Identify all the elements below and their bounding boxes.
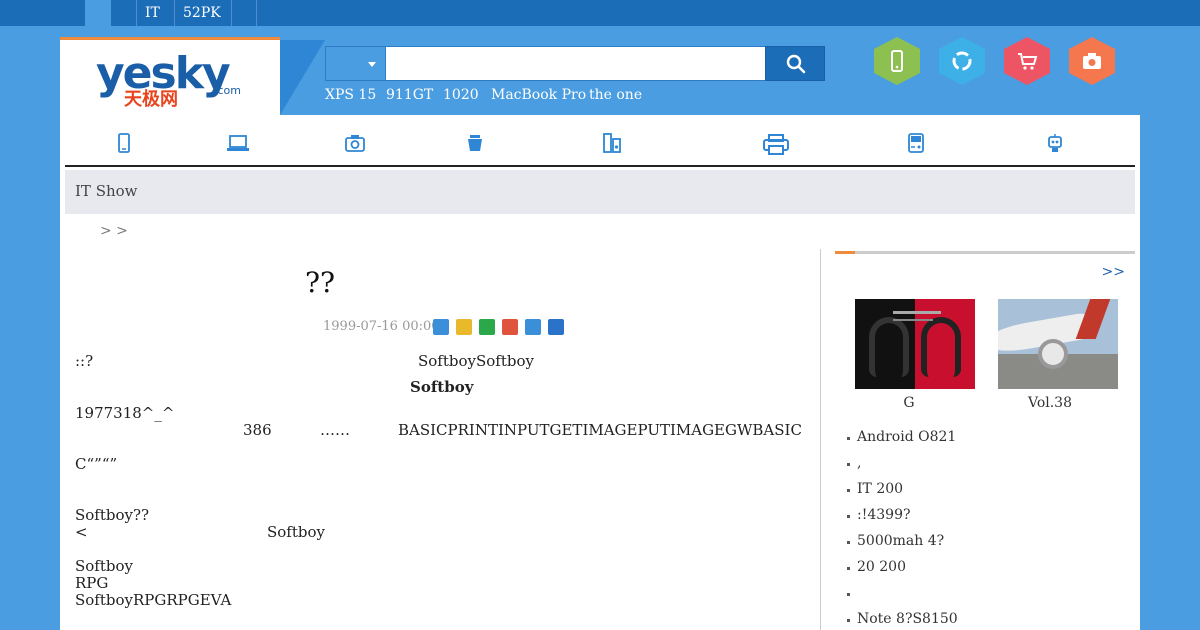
list-item[interactable]: IT 200: [847, 481, 903, 497]
list-item[interactable]: 20 200: [847, 559, 906, 575]
refresh-icon: [952, 51, 972, 71]
phone-icon: [891, 50, 903, 72]
topbar-item-blank[interactable]: [231, 0, 257, 26]
thumbnail-caption[interactable]: G: [849, 395, 969, 411]
more-link[interactable]: >>: [1102, 264, 1125, 280]
body-text: SoftboySoftboy: [418, 352, 534, 370]
list-item[interactable]: Android O821: [847, 429, 956, 445]
list-item[interactable]: 5000mah 4?: [847, 533, 944, 549]
logo-chinese: 天极网: [124, 89, 178, 110]
mobile-icon[interactable]: [116, 133, 132, 153]
section-title[interactable]: IT Show: [75, 182, 138, 200]
list-item[interactable]: ,: [847, 455, 861, 471]
body-text: 1977318^_^: [75, 404, 175, 422]
appliance-icon[interactable]: [465, 133, 485, 153]
list-item-text: ,: [857, 455, 862, 471]
column-divider: [820, 249, 821, 630]
body-text: 386: [243, 421, 272, 439]
body-text: ::?: [75, 352, 94, 370]
list-item-text: :!4399?: [857, 507, 911, 523]
hotword-link[interactable]: XPS 15: [325, 87, 376, 103]
section-title-bar: IT Show: [65, 170, 1135, 214]
laptop-icon[interactable]: [226, 133, 250, 153]
camera-channel-button[interactable]: [1069, 37, 1115, 85]
refresh-channel-button[interactable]: [939, 37, 985, 85]
audio-icon[interactable]: [603, 133, 621, 153]
body-text: Softboy: [75, 557, 133, 575]
category-nav: [65, 115, 1135, 167]
robot-icon[interactable]: [1045, 133, 1065, 153]
search-icon: [786, 54, 806, 74]
phone-channel-button[interactable]: [874, 37, 920, 85]
wechat-icon[interactable]: [479, 319, 495, 335]
thumbnail-headphones[interactable]: [855, 299, 975, 389]
camera-icon[interactable]: [344, 133, 366, 153]
body-text: C“”“”: [75, 455, 118, 473]
list-item[interactable]: Note 8?S8150: [847, 611, 958, 627]
qzone-icon[interactable]: [456, 319, 472, 335]
article: ?? 1999-07-16 00:00 ::? SoftboySoftboy S…: [75, 249, 810, 629]
hotword-link[interactable]: the one: [589, 87, 642, 103]
hotword-link[interactable]: 1020: [443, 87, 479, 103]
printer-icon[interactable]: [762, 133, 790, 155]
topbar-item-it[interactable]: IT: [136, 0, 174, 26]
search-input[interactable]: [385, 46, 766, 81]
body-text: SoftboyRPGRPGEVA: [75, 591, 232, 609]
sidebar-rule-accent: [835, 251, 855, 254]
sidebar: >> G Vol.38 Android O821 , IT 200 :!4399…: [835, 249, 1135, 629]
thumbnail-caption[interactable]: Vol.38: [990, 395, 1110, 411]
cart-icon: [1018, 53, 1038, 70]
main-panel: IT Show > > ?? 1999-07-16 00:00 ::? Soft…: [60, 115, 1140, 630]
list-item[interactable]: :!4399?: [847, 507, 910, 523]
top-bar: IT 52PK: [0, 0, 1200, 26]
shopping-channel-button[interactable]: [1004, 37, 1050, 85]
topbar-home-tab[interactable]: [85, 0, 111, 26]
site-logo[interactable]: yesky 天极网 .com: [60, 37, 280, 115]
body-text: Softboy??: [75, 506, 150, 524]
list-item-text: IT 200: [857, 481, 904, 497]
body-text: RPG: [75, 574, 109, 592]
list-item-text: 20 200: [857, 559, 906, 575]
logo-decoration: [280, 40, 325, 115]
body-text: ……: [320, 421, 350, 439]
weibo-icon[interactable]: [502, 319, 518, 335]
game-icon[interactable]: [907, 133, 925, 153]
plus-share-icon[interactable]: [433, 319, 449, 335]
body-text: Softboy: [410, 378, 474, 396]
hotword-link[interactable]: 911GT: [386, 87, 433, 103]
chevron-down-icon: [368, 62, 376, 67]
article-title: ??: [305, 266, 336, 299]
body-text: BASICPRINTINPUTGETIMAGEPUTIMAGEGWBASIC: [398, 421, 802, 439]
sidebar-rule: [835, 251, 1135, 254]
pengyou-icon[interactable]: [525, 319, 541, 335]
breadcrumb: > >: [100, 223, 128, 239]
list-item-text: Note 8?S8150: [857, 611, 958, 627]
thumbnail-airplane[interactable]: [998, 299, 1118, 389]
list-item-text: Android O821: [857, 429, 957, 445]
search-button[interactable]: [765, 46, 825, 81]
article-date: 1999-07-16 00:00: [323, 319, 440, 334]
logo-suffix: .com: [214, 84, 241, 97]
search-category-select[interactable]: [325, 46, 385, 81]
topbar-item-52pk[interactable]: 52PK: [174, 0, 231, 26]
body-text: Softboy: [267, 523, 325, 541]
renren-icon[interactable]: [548, 319, 564, 335]
camera-icon: [1083, 53, 1101, 69]
list-item[interactable]: [847, 585, 857, 601]
hotword-link[interactable]: MacBook Pro: [491, 87, 586, 103]
body-text: <: [75, 523, 88, 541]
list-item-text: 5000mah 4?: [857, 533, 945, 549]
